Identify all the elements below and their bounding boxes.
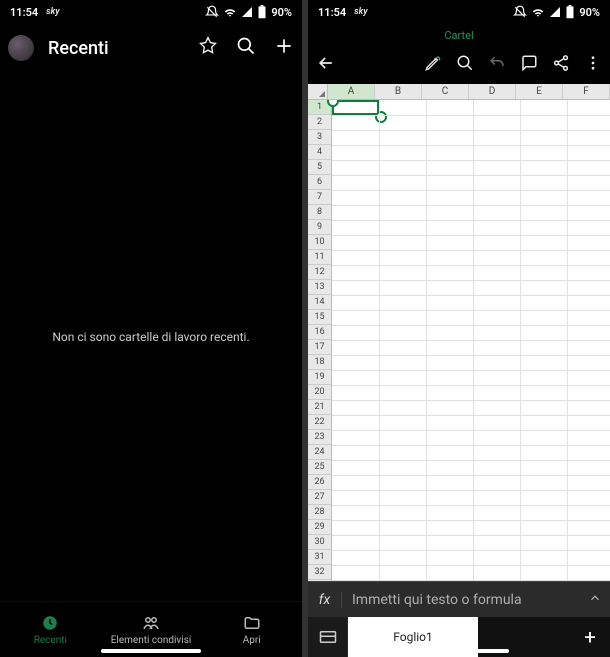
find-icon[interactable] xyxy=(456,54,474,76)
status-bar: 11:54 sky 90% xyxy=(308,0,610,24)
formula-input[interactable]: Immetti qui testo o formula xyxy=(342,592,580,608)
undo-icon[interactable] xyxy=(488,54,506,76)
row-header[interactable]: 15 xyxy=(308,310,331,325)
phone-home-screen: 11:54 sky 90% Recenti Non ci sono cartel… xyxy=(0,0,302,657)
app-header: Recenti xyxy=(0,24,302,72)
row-headers: 1234567891011121314151617181920212223242… xyxy=(308,100,332,581)
row-header[interactable]: 23 xyxy=(308,430,331,445)
empty-state: Non ci sono cartelle di lavoro recenti. xyxy=(0,72,302,601)
row-header[interactable]: 27 xyxy=(308,490,331,505)
column-header[interactable]: A xyxy=(328,84,375,99)
row-header[interactable]: 30 xyxy=(308,535,331,550)
dnd-icon xyxy=(205,5,219,19)
nav-recent[interactable]: Recenti xyxy=(0,602,101,657)
row-header[interactable]: 22 xyxy=(308,415,331,430)
battery-percent: 90% xyxy=(271,6,292,19)
row-header[interactable]: 13 xyxy=(308,280,331,295)
row-header[interactable]: 8 xyxy=(308,205,331,220)
share-icon[interactable] xyxy=(552,54,570,76)
gesture-bar xyxy=(409,649,509,653)
wifi-icon xyxy=(531,5,545,19)
formula-bar: fx Immetti qui testo o formula xyxy=(308,581,610,617)
selection-handle-top-left[interactable] xyxy=(327,100,339,107)
toolbar xyxy=(308,46,610,84)
search-icon[interactable] xyxy=(236,36,256,60)
avatar[interactable] xyxy=(8,35,34,61)
row-header[interactable]: 18 xyxy=(308,355,331,370)
row-header[interactable]: 10 xyxy=(308,235,331,250)
add-icon[interactable] xyxy=(274,36,294,60)
row-header[interactable]: 2 xyxy=(308,115,331,130)
fx-label[interactable]: fx xyxy=(308,592,342,608)
row-header[interactable]: 21 xyxy=(308,400,331,415)
column-header[interactable]: F xyxy=(563,84,610,99)
clock: 11:54 xyxy=(10,6,38,19)
document-title[interactable]: Cartel xyxy=(308,24,610,46)
cell-selection[interactable] xyxy=(332,100,379,115)
spreadsheet-grid[interactable]: ABCDEF 123456789101112131415161718192021… xyxy=(308,84,610,581)
card-view-icon[interactable] xyxy=(308,617,348,657)
battery-percent: 90% xyxy=(579,6,600,19)
signal-icon xyxy=(549,6,561,18)
column-header[interactable]: B xyxy=(375,84,422,99)
row-header[interactable]: 28 xyxy=(308,505,331,520)
gesture-bar xyxy=(101,649,201,653)
empty-message: Non ci sono cartelle di lavoro recenti. xyxy=(52,330,249,344)
phone-spreadsheet-screen: 11:54 sky 90% Cartel ABCDEF 123456789101… xyxy=(308,0,610,657)
comment-icon[interactable] xyxy=(520,54,538,76)
column-header[interactable]: C xyxy=(422,84,469,99)
cells-area[interactable] xyxy=(332,100,610,581)
row-header[interactable]: 32 xyxy=(308,565,331,580)
back-icon[interactable] xyxy=(316,53,336,77)
status-bar: 11:54 sky 90% xyxy=(0,0,302,24)
row-header[interactable]: 7 xyxy=(308,190,331,205)
select-all-corner[interactable] xyxy=(308,84,328,99)
selection-handle-bottom-right[interactable] xyxy=(375,111,387,123)
row-header[interactable]: 12 xyxy=(308,265,331,280)
dnd-icon xyxy=(513,5,527,19)
nav-open-label: Apri xyxy=(243,635,261,646)
row-header[interactable]: 29 xyxy=(308,520,331,535)
carrier-label: sky xyxy=(46,7,59,17)
row-header[interactable]: 31 xyxy=(308,550,331,565)
column-headers: ABCDEF xyxy=(308,84,610,100)
row-header[interactable]: 25 xyxy=(308,460,331,475)
wifi-icon xyxy=(223,5,237,19)
row-header[interactable]: 17 xyxy=(308,340,331,355)
row-header[interactable]: 24 xyxy=(308,445,331,460)
signal-icon xyxy=(241,6,253,18)
expand-formula-icon[interactable] xyxy=(580,590,610,609)
row-header[interactable]: 4 xyxy=(308,145,331,160)
column-header[interactable]: E xyxy=(516,84,563,99)
more-icon[interactable] xyxy=(584,54,602,76)
row-header[interactable]: 6 xyxy=(308,175,331,190)
battery-icon xyxy=(565,5,575,19)
nav-shared-label: Elementi condivisi xyxy=(111,635,192,646)
row-header[interactable]: 9 xyxy=(308,220,331,235)
row-header[interactable]: 11 xyxy=(308,250,331,265)
row-header[interactable]: 3 xyxy=(308,130,331,145)
carrier-label: sky xyxy=(354,7,367,17)
battery-icon xyxy=(257,5,267,19)
nav-open[interactable]: Apri xyxy=(201,602,302,657)
page-title: Recenti xyxy=(48,38,184,59)
nav-recent-label: Recenti xyxy=(34,635,67,646)
row-header[interactable]: 20 xyxy=(308,385,331,400)
column-header[interactable]: D xyxy=(469,84,516,99)
row-header[interactable]: 26 xyxy=(308,475,331,490)
row-header[interactable]: 14 xyxy=(308,295,331,310)
row-header[interactable]: 19 xyxy=(308,370,331,385)
premium-icon[interactable] xyxy=(198,36,218,60)
add-sheet-button[interactable]: + xyxy=(570,617,610,657)
clock: 11:54 xyxy=(318,6,346,19)
row-header[interactable]: 16 xyxy=(308,325,331,340)
edit-pen-icon[interactable] xyxy=(424,54,442,76)
row-header[interactable]: 5 xyxy=(308,160,331,175)
